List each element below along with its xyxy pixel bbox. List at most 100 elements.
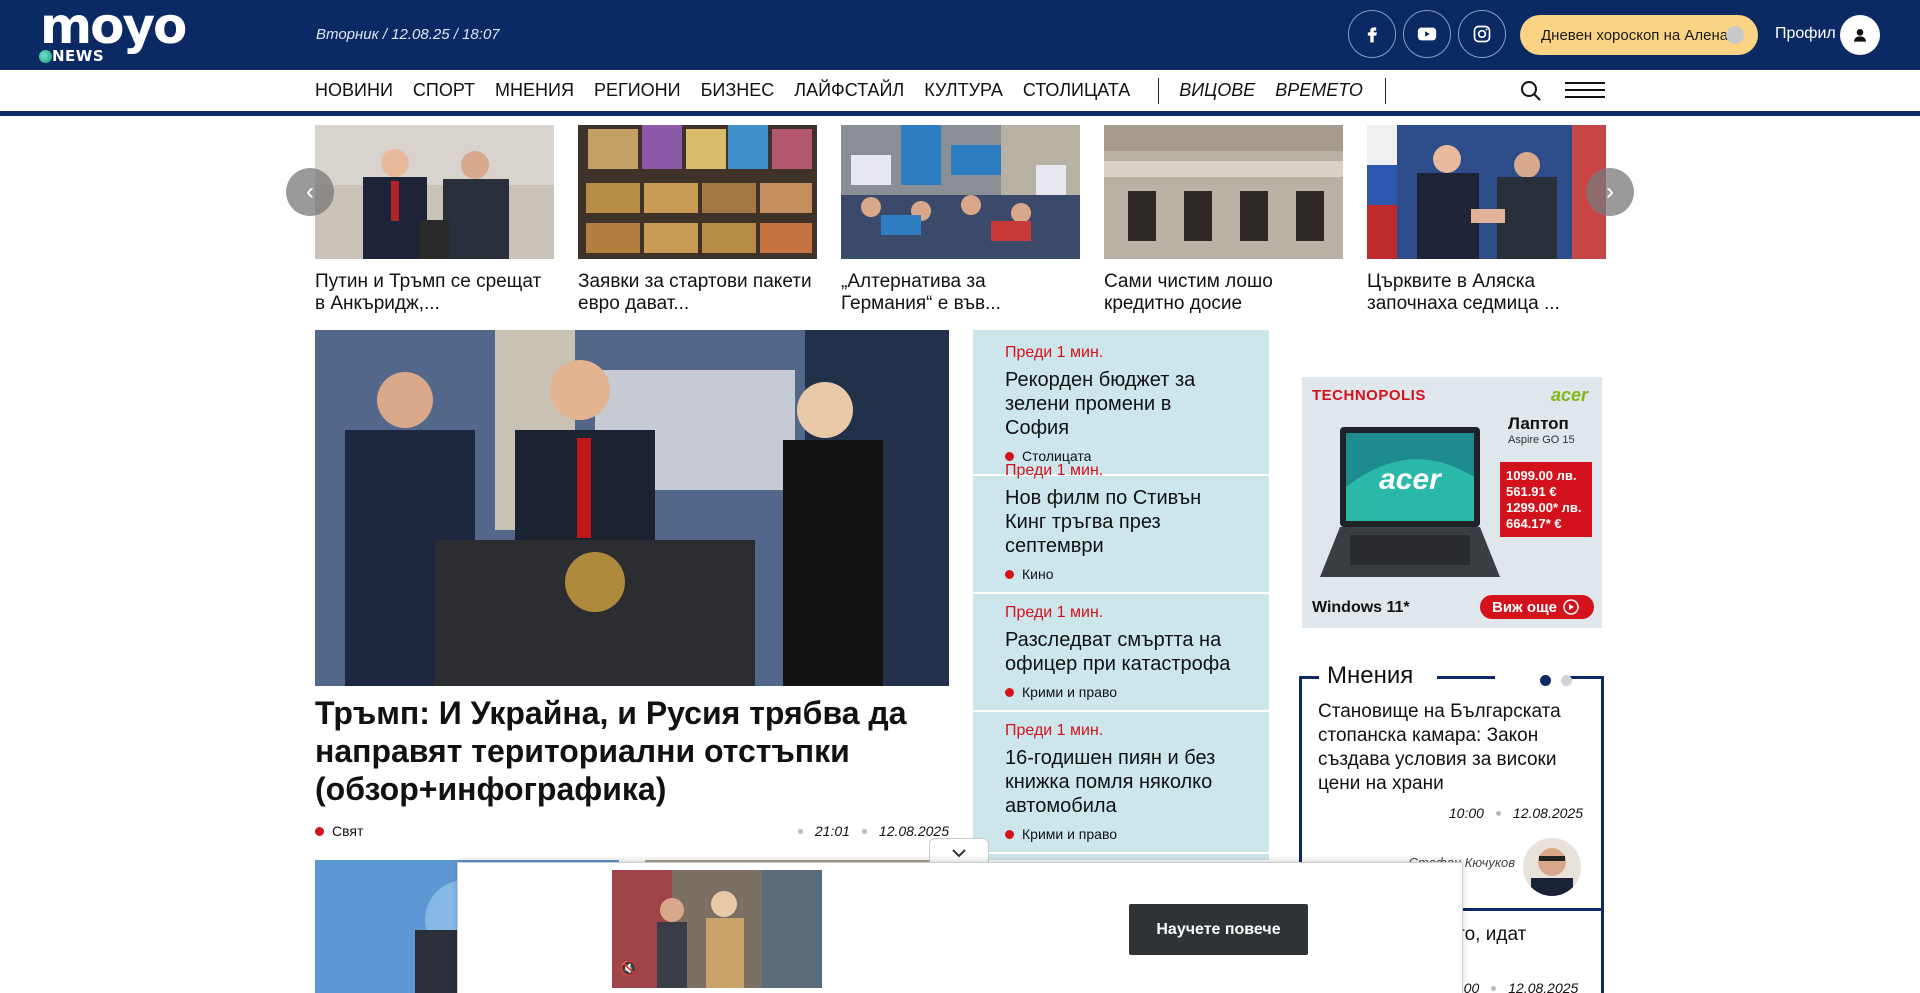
- hamburger-menu-icon[interactable]: [1565, 82, 1605, 100]
- carousel-item[interactable]: Църквите в Аляска започнаха седмица ...: [1367, 125, 1606, 315]
- video-ad-overlay: [457, 862, 1463, 993]
- latest-category[interactable]: Крими и право: [1005, 684, 1237, 700]
- ad-price: 1099.00 лв.: [1506, 468, 1577, 483]
- current-datetime: Вторник / 12.08.25 / 18:07: [316, 26, 500, 43]
- carousel-item[interactable]: „Алтернатива за Германия“ е във...: [841, 125, 1080, 315]
- latest-time: Преди 1 мин.: [1005, 344, 1104, 361]
- nav-divider: [1384, 77, 1386, 104]
- latest-time: Преди 1 мин.: [1005, 722, 1104, 739]
- nav-item-novini[interactable]: НОВИНИ: [315, 80, 393, 101]
- carousel-image[interactable]: [315, 125, 554, 259]
- nav-item-lifestyle[interactable]: ЛАЙФСТАЙЛ: [794, 80, 904, 101]
- latest-time: Преди 1 мин.: [1005, 462, 1104, 479]
- nav-item-biznes[interactable]: БИЗНЕС: [701, 80, 775, 101]
- pagination-dot[interactable]: [1561, 675, 1573, 686]
- latest-news-item[interactable]: Преди 1 мин. Разследват смъртта на офице…: [973, 590, 1269, 712]
- carousel-image[interactable]: [578, 125, 817, 259]
- opinions-heading[interactable]: Мнения: [1323, 662, 1418, 690]
- main-story-image[interactable]: [315, 330, 949, 686]
- opinion-date: 12.08.2025: [1508, 980, 1579, 993]
- top-stories-carousel: Путин и Тръмп се срещат в Анкъридж,... З: [315, 125, 1606, 320]
- logo-dot-icon: [39, 50, 52, 63]
- video-ad-cta-button[interactable]: Научете повече: [1129, 904, 1308, 955]
- latest-news-list: Преди 1 мин. Рекорден бюджет за зелени п…: [973, 330, 1269, 860]
- instagram-button[interactable]: [1458, 10, 1506, 58]
- nav-item-kultura[interactable]: КУЛТУРА: [924, 80, 1003, 101]
- latest-category[interactable]: Крими и право: [1005, 826, 1237, 842]
- latest-title[interactable]: Разследват смъртта на офицер при катастр…: [1005, 628, 1237, 676]
- nav-item-sport[interactable]: СПОРТ: [413, 80, 475, 101]
- nav-item-vremeto[interactable]: ВРЕМЕТО: [1275, 80, 1363, 101]
- carousel-title[interactable]: Заявки за стартови пакети евро дават...: [578, 271, 817, 315]
- carousel-title[interactable]: Църквите в Аляска започнаха седмица ...: [1367, 271, 1606, 315]
- latest-time: Преди 1 мин.: [1005, 604, 1104, 621]
- carousel-image[interactable]: [841, 125, 1080, 259]
- protest-photo: [841, 125, 1080, 259]
- carousel-item[interactable]: Сами чистим лошо кредитно досие: [1104, 125, 1343, 315]
- youtube-button[interactable]: [1403, 10, 1451, 58]
- carousel-item[interactable]: Заявки за стартови пакети евро дават...: [578, 125, 817, 315]
- horoscope-avatar: [1726, 26, 1744, 44]
- pagination-dot-active[interactable]: [1540, 675, 1551, 686]
- carousel-title[interactable]: Сами чистим лошо кредитно досие: [1104, 271, 1343, 315]
- euro-coins-photo: [578, 125, 817, 259]
- laptop-image: acer: [1320, 427, 1500, 577]
- opinion-time: 10:00: [1448, 805, 1484, 821]
- search-button[interactable]: [1519, 79, 1543, 103]
- latest-news-item[interactable]: Преди 1 мин. Нов филм по Стивън Кинг тръ…: [973, 448, 1269, 594]
- facebook-button[interactable]: [1348, 10, 1396, 58]
- nav-item-vicove[interactable]: ВИЦОВЕ: [1179, 80, 1255, 101]
- ad-price-block: 1099.00 лв. 561.91 € 1299.00* лв. 664.17…: [1500, 462, 1592, 537]
- story-date: 12.08.2025: [878, 823, 949, 839]
- nav-item-mnenia[interactable]: МНЕНИЯ: [495, 80, 574, 101]
- profile-label[interactable]: Профил: [1775, 25, 1836, 43]
- carousel-next-button[interactable]: ›: [1586, 168, 1634, 216]
- ad-price: 1299.00* лв.: [1506, 500, 1582, 515]
- nav-item-stolicata[interactable]: СТОЛИЦАТА: [1023, 80, 1130, 101]
- main-story-timestamp: 21:01 12.08.2025: [786, 823, 949, 839]
- latest-title[interactable]: 16-годишен пиян и без книжка помля някол…: [1005, 746, 1237, 818]
- main-story-category[interactable]: Свят: [315, 823, 363, 839]
- carousel-image[interactable]: [1104, 125, 1343, 259]
- nav-item-regioni[interactable]: РЕГИОНИ: [594, 80, 681, 101]
- latest-category[interactable]: Кино: [1005, 566, 1237, 582]
- latest-title[interactable]: Рекорден бюджет за зелени промени в Софи…: [1005, 368, 1237, 440]
- ad-price: 664.17* €: [1506, 516, 1562, 531]
- trump-putin-handshake-photo: [1367, 125, 1606, 259]
- ad-cta-button[interactable]: Виж още: [1480, 595, 1594, 619]
- carousel-image[interactable]: [1367, 125, 1606, 259]
- category-dot-icon: [315, 827, 324, 836]
- profile-button[interactable]: [1840, 15, 1880, 55]
- separator-dot-icon: [1495, 811, 1501, 816]
- opinion-timestamp: 9:00 12.08.2025: [1452, 980, 1578, 993]
- instagram-icon: [1473, 25, 1491, 43]
- category-dot-icon: [1005, 830, 1014, 839]
- top-header: moyo NEWS Вторник / 12.08.25 / 18:07 Дне…: [0, 0, 1920, 70]
- technopolis-ad-banner[interactable]: TECHNOPOLIS acer acer Лаптоп Aspire GO 1…: [1302, 377, 1602, 628]
- opinion-title[interactable]: Становище на Българската стопанска камар…: [1318, 700, 1593, 796]
- opinion-date: 12.08.2025: [1512, 805, 1583, 821]
- chevron-right-icon: ›: [1606, 178, 1614, 205]
- latest-title[interactable]: Нов филм по Стивън Кинг тръгва през септ…: [1005, 486, 1237, 558]
- carousel-title[interactable]: Путин и Тръмп се срещат в Анкъридж,...: [315, 271, 554, 315]
- category-dot-icon: [1005, 688, 1014, 697]
- video-ad-player[interactable]: 🔇: [612, 870, 822, 988]
- laptop-screen-brand: acer: [1379, 463, 1443, 496]
- ad-product-model: Aspire GO 15: [1508, 434, 1575, 446]
- border-segment: [1437, 676, 1495, 679]
- site-logo[interactable]: moyo NEWS: [38, 0, 203, 66]
- main-story-title[interactable]: Тръмп: И Украйна, и Русия трябва да напр…: [315, 694, 949, 808]
- carousel-item[interactable]: Путин и Тръмп се срещат в Анкъридж,...: [315, 125, 554, 315]
- main-story-meta: Свят 21:01 12.08.2025: [315, 823, 949, 841]
- mute-icon[interactable]: 🔇: [620, 960, 640, 980]
- opinions-pagination: [1540, 673, 1578, 691]
- author-avatar[interactable]: [1523, 838, 1581, 896]
- chevron-down-icon: [952, 848, 966, 857]
- user-icon: [1854, 29, 1866, 42]
- horoscope-button[interactable]: Дневен хороскоп на Алена: [1520, 15, 1758, 55]
- category-label: Кино: [1022, 566, 1054, 582]
- ad-price: 561.91 €: [1506, 484, 1557, 499]
- carousel-prev-button[interactable]: ‹: [286, 168, 334, 216]
- latest-news-item[interactable]: Преди 1 мин. 16-годишен пиян и без книжк…: [973, 708, 1269, 854]
- carousel-title[interactable]: „Алтернатива за Германия“ е във...: [841, 271, 1080, 315]
